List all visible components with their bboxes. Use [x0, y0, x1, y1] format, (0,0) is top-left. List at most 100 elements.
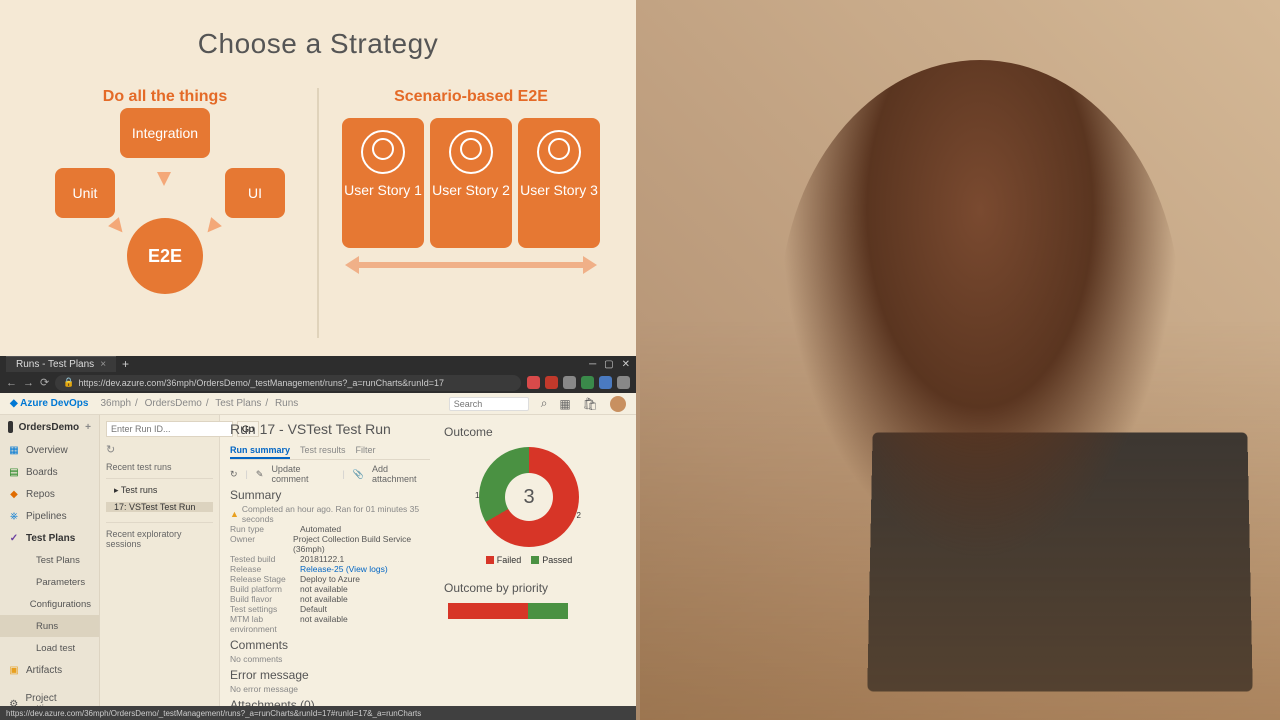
slide-col-right: Scenario-based E2E User Story 1 User Sto… — [331, 88, 611, 338]
action-row: ↻ | ✎ Update comment | 📎 Add attachment — [230, 464, 430, 484]
sidebar-item-artifacts[interactable]: ▣Artifacts — [0, 659, 99, 681]
comments-heading: Comments — [230, 638, 430, 652]
nav-label: Load test — [36, 643, 75, 654]
add-attachment-button[interactable]: Add attachment — [372, 464, 430, 484]
project-name: OrdersDemo — [19, 422, 80, 433]
story-label: User Story 3 — [520, 182, 598, 199]
nav-icon — [18, 576, 30, 588]
ext-icon[interactable] — [563, 376, 576, 389]
summary-column: Run 17 - VSTest Test Run Run summary Tes… — [230, 421, 430, 714]
run-tabs: Run summary Test results Filter — [230, 443, 430, 460]
nav-label: Pipelines — [26, 511, 67, 522]
ext-icon[interactable] — [545, 376, 558, 389]
crumb[interactable]: OrdersDemo — [145, 398, 202, 409]
sidebar-item-test-plans[interactable]: Test Plans — [0, 549, 99, 571]
arrow-icon — [157, 172, 171, 186]
grid-icon[interactable]: ▦ — [559, 397, 570, 411]
close-icon[interactable]: × — [100, 359, 106, 370]
azure-devops-app: ◆ Azure DevOps 36mph/ OrdersDemo/ Test P… — [0, 393, 636, 720]
reload-icon[interactable]: ⟳ — [40, 376, 49, 389]
prop-key: Build flavor — [230, 594, 300, 604]
sidebar-item-test-plans[interactable]: ✓Test Plans — [0, 527, 99, 549]
right-heading: Scenario-based E2E — [394, 88, 548, 106]
story-row: User Story 1 User Story 2 User Story 3 — [342, 118, 600, 248]
crumb[interactable]: Runs — [275, 398, 298, 409]
ext-icon[interactable] — [527, 376, 540, 389]
ext-icon[interactable] — [581, 376, 594, 389]
nav-icon: ▤ — [8, 466, 20, 478]
minimize-icon[interactable]: ─ — [589, 359, 596, 370]
marketplace-icon[interactable]: 🛍 — [583, 397, 598, 411]
forward-icon[interactable]: → — [23, 377, 34, 389]
filter-panel: Go ↻ Recent test runs ▸ Test runs 17: VS… — [100, 415, 220, 720]
outcome-column: Outcome 3 1 2 Failed Passed Outcome by p… — [444, 421, 614, 714]
prop-value[interactable]: Release-25 (View logs) — [300, 564, 388, 574]
prop-value: Automated — [300, 524, 341, 534]
sidebar-item-configurations[interactable]: Configurations — [0, 593, 99, 615]
unit-box: Unit — [55, 168, 115, 218]
nav-label: Configurations — [30, 599, 91, 610]
tab-label: Runs - Test Plans — [16, 359, 94, 370]
prop-value: not available — [300, 584, 348, 594]
exploratory-link[interactable]: Recent exploratory sessions — [106, 529, 213, 549]
recent-runs-link[interactable]: Recent test runs — [106, 462, 213, 472]
refresh-icon[interactable]: ↻ — [230, 469, 238, 480]
search-icon[interactable]: ⌕ — [541, 396, 548, 411]
prop-key: Owner — [230, 534, 293, 554]
url-input[interactable]: 🔒 https://dev.azure.com/36mph/OrdersDemo… — [55, 375, 521, 391]
sidebar-item-pipelines[interactable]: ⎈Pipelines — [0, 505, 99, 527]
prop-key: Release Stage — [230, 574, 300, 584]
close-icon[interactable]: ✕ — [622, 359, 630, 370]
property-row: Test settingsDefault — [230, 604, 430, 614]
browser-status-bar: https://dev.azure.com/36mph/OrdersDemo/_… — [0, 706, 636, 720]
tab-run-summary[interactable]: Run summary — [230, 443, 290, 459]
prop-key: Test settings — [230, 604, 300, 614]
outcome-legend: Failed Passed — [444, 555, 614, 565]
tree-header[interactable]: ▸ Test runs — [106, 485, 213, 496]
run-id-input[interactable] — [106, 421, 233, 437]
crumb[interactable]: 36mph — [100, 398, 131, 409]
ext-icon[interactable] — [599, 376, 612, 389]
slide-title: Choose a Strategy — [20, 28, 616, 60]
plus-icon[interactable]: + — [85, 422, 91, 433]
prop-key: Release — [230, 564, 300, 574]
story-label: User Story 1 — [344, 182, 422, 199]
browser-tab[interactable]: Runs - Test Plans × — [6, 356, 116, 372]
ext-icon[interactable] — [617, 376, 630, 389]
crumb[interactable]: Test Plans — [215, 398, 261, 409]
outcome-total: 3 — [479, 447, 579, 547]
lock-icon: 🔒 — [63, 377, 74, 388]
property-row: OwnerProject Collection Build Service (3… — [230, 534, 430, 554]
warning-icon: ▲ — [230, 509, 239, 519]
sidebar-item-parameters[interactable]: Parameters — [0, 571, 99, 593]
tree-run-item[interactable]: 17: VSTest Test Run — [106, 502, 213, 512]
maximize-icon[interactable]: ▢ — [604, 359, 613, 370]
sidebar-item-repos[interactable]: ◆Repos — [0, 483, 99, 505]
outcome-donut-chart: 3 1 2 — [479, 447, 579, 547]
refresh-icon[interactable]: ↻ — [106, 443, 213, 456]
prop-value: Deploy to Azure — [300, 574, 360, 584]
brand-text: Azure DevOps — [20, 398, 88, 409]
prop-value: not available — [300, 594, 348, 604]
nav-label: Parameters — [36, 577, 85, 588]
sidebar-item-boards[interactable]: ▤Boards — [0, 461, 99, 483]
sidebar-item-runs[interactable]: Runs — [0, 615, 99, 637]
prop-key: Build platform — [230, 584, 300, 594]
double-arrow-icon — [345, 256, 597, 274]
update-comment-button[interactable]: Update comment — [271, 464, 334, 484]
sidebar-item-load-test[interactable]: Load test — [0, 637, 99, 659]
property-row: MTM lab environmentnot available — [230, 614, 430, 634]
new-tab-button[interactable]: + — [122, 357, 129, 371]
project-selector[interactable]: OrdersDemo + — [0, 415, 99, 439]
search-input[interactable] — [449, 397, 529, 411]
tab-filter[interactable]: Filter — [356, 443, 376, 459]
property-row: Build platformnot available — [230, 584, 430, 594]
avatar[interactable] — [610, 396, 626, 412]
person-photo — [780, 60, 1180, 560]
summary-heading: Summary — [230, 488, 430, 502]
back-icon[interactable]: ← — [6, 377, 17, 389]
arrow-icon — [202, 217, 222, 237]
tab-test-results[interactable]: Test results — [300, 443, 346, 459]
sidebar-item-overview[interactable]: ▦Overview — [0, 439, 99, 461]
azure-devops-logo[interactable]: ◆ Azure DevOps — [10, 398, 88, 409]
